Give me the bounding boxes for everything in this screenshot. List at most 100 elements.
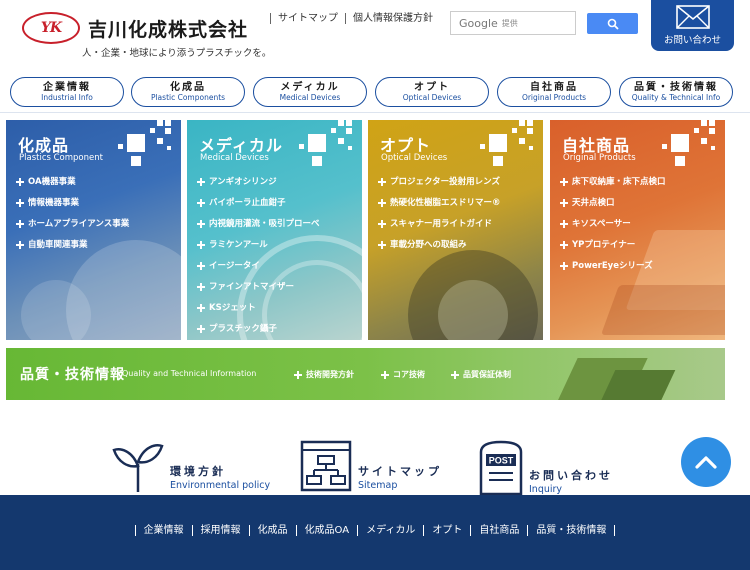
tile-original-products[interactable]: 自社商品 Original Products 床下収納庫・床下点検口 天井点検口… [550, 120, 725, 340]
tile-link[interactable]: 情報機器事業 [16, 197, 129, 218]
sitemap-label: サイトマップ [358, 465, 442, 478]
tile-link[interactable]: アンギオシリンジ [197, 176, 320, 197]
nav-sublabel: Original Products [521, 93, 587, 102]
quality-title: 品質・技術情報 [20, 367, 125, 383]
tile-link[interactable]: キソスペーサー [560, 218, 666, 239]
plus-icon [197, 241, 205, 249]
pixel-deco-icon [473, 120, 533, 170]
tile-link[interactable]: YPプロテイナー [560, 239, 666, 260]
plus-icon [294, 370, 302, 379]
tile-link[interactable]: OA機器事業 [16, 176, 129, 197]
footer-link[interactable]: 化成品OA [295, 525, 358, 536]
privacy-policy-link[interactable]: 個人情報保護方針 [345, 13, 440, 24]
footer-link[interactable]: 品質・技術情報 [527, 525, 616, 536]
tile-link[interactable]: KSジェット [197, 302, 320, 323]
nav-optical-devices[interactable]: オプト Optical Devices [375, 77, 489, 107]
nav-plastic-components[interactable]: 化成品 Plastic Components [131, 77, 245, 107]
plus-icon [560, 178, 568, 186]
plus-icon [197, 304, 205, 312]
footer-link[interactable]: 自社商品 [470, 525, 527, 536]
tagline: 人・企業・地球により添うプラスチックを。 [82, 48, 272, 59]
company-logo[interactable]: YK 吉川化成株式会社 [22, 12, 248, 44]
tile-medical-devices[interactable]: メディカル Medical Devices アンギオシリンジ バイポーラ止血鉗子… [187, 120, 362, 340]
search-provider-label: 提供 [501, 18, 518, 28]
plus-icon [197, 199, 205, 207]
tile-link-list: OA機器事業 情報機器事業 ホームアプライアンス事業 自動車関連事業 [16, 176, 129, 260]
inquiry-link[interactable]: POST お問い合わせ Inquiry [479, 440, 613, 496]
tile-subtitle: Plastics Component [19, 153, 103, 163]
footer-link[interactable]: 採用情報 [191, 525, 249, 536]
tile-link[interactable]: ラミケンアール [197, 239, 320, 260]
footer-link[interactable]: オプト [423, 525, 470, 536]
plus-icon [197, 220, 205, 228]
nav-medical-devices[interactable]: メディカル Medical Devices [253, 77, 367, 107]
plus-icon [197, 283, 205, 291]
tile-link-label: ファインアトマイザー [209, 282, 295, 292]
tile-link[interactable]: 床下収納庫・床下点検口 [560, 176, 666, 197]
nav-label: オプト [414, 82, 450, 93]
nav-quality-technical-info[interactable]: 品質・技術情報 Quality & Technical Info [619, 77, 733, 107]
svg-text:POST: POST [489, 456, 514, 466]
environmental-policy-link[interactable]: 環境方針 Environmental policy [112, 440, 270, 492]
tile-link-label: プラスチック鑷子 [209, 324, 277, 334]
tile-link-list: プロジェクター投射用レンズ 熱硬化性樹脂エスドリマー® スキャナー用ライトガイド… [378, 176, 501, 260]
tile-link[interactable]: プロジェクター投射用レンズ [378, 176, 501, 197]
tile-link-label: 床下収納庫・床下点検口 [572, 177, 666, 187]
footer-link[interactable]: 化成品 [248, 525, 296, 536]
plus-icon [378, 220, 386, 228]
plus-icon [560, 220, 568, 228]
sitemap-bottom-link[interactable]: サイトマップ Sitemap [300, 440, 442, 492]
tile-link-label: アンギオシリンジ [209, 177, 277, 187]
mail-icon [675, 5, 710, 29]
search-input[interactable]: Google 提供 [450, 11, 576, 35]
top-links: サイトマップ 個人情報保護方針 [270, 13, 440, 24]
main-nav: 企業情報 Industrial Info 化成品 Plastic Compone… [10, 77, 735, 107]
pixel-deco-icon [655, 120, 715, 170]
nav-industrial-info[interactable]: 企業情報 Industrial Info [10, 77, 124, 107]
search-icon [607, 18, 619, 30]
tile-link-label: YPプロテイナー [572, 240, 636, 250]
contact-button[interactable]: お問い合わせ [651, 0, 734, 51]
tile-link[interactable]: スキャナー用ライトガイド [378, 218, 501, 239]
sprout-icon [112, 444, 164, 492]
tile-link-label: 内視鏡用灌流・吸引プローベ [209, 219, 320, 229]
nav-label: 化成品 [170, 82, 206, 93]
quality-link-qa-system[interactable]: 品質保証体制 [451, 369, 511, 380]
footer-link[interactable]: 企業情報 [134, 525, 192, 536]
tile-link[interactable]: イージータイ [197, 260, 320, 281]
tile-link-label: KSジェット [209, 303, 256, 313]
footer-link[interactable]: メディカル [357, 525, 423, 536]
tile-plastics-component[interactable]: 化成品 Plastics Component OA機器事業 情報機器事業 ホーム… [6, 120, 181, 340]
sitemap-icon [300, 440, 352, 492]
nav-sublabel: Optical Devices [402, 93, 462, 102]
sitemap-link[interactable]: サイトマップ [270, 13, 345, 24]
tile-link[interactable]: バイポーラ止血鉗子 [197, 197, 320, 218]
nav-original-products[interactable]: 自社商品 Original Products [497, 77, 611, 107]
sitemap-sublabel: Sitemap [358, 480, 398, 491]
quality-technical-banner[interactable]: 品質・技術情報 Quality and Technical Informatio… [6, 348, 725, 400]
company-name: 吉川化成株式会社 [88, 18, 249, 41]
tile-link[interactable]: 熱硬化性樹脂エスドリマー® [378, 197, 501, 218]
tile-link[interactable]: プラスチック鑷子 [197, 323, 320, 340]
tile-link[interactable]: 車載分野への取組み [378, 239, 501, 260]
search-button[interactable] [587, 13, 638, 34]
nav-label: 企業情報 [43, 82, 91, 93]
back-to-top-button[interactable] [681, 437, 731, 487]
tile-link[interactable]: ファインアトマイザー [197, 281, 320, 302]
tile-link-label: ホームアプライアンス事業 [28, 219, 130, 229]
tile-link-label: 自動車関連事業 [28, 240, 88, 250]
tile-link[interactable]: 自動車関連事業 [16, 239, 129, 260]
tile-link[interactable]: 天井点検口 [560, 197, 666, 218]
plus-icon [378, 178, 386, 186]
tile-link[interactable]: ホームアプライアンス事業 [16, 218, 129, 239]
plus-icon [560, 262, 568, 270]
tile-link-label: PowerEyeシリーズ [572, 261, 653, 271]
tile-optical-devices[interactable]: オプト Optical Devices プロジェクター投射用レンズ 熱硬化性樹脂… [368, 120, 543, 340]
quality-link-label: 品質保証体制 [463, 370, 511, 379]
quality-link-core-tech[interactable]: コア技術 [381, 369, 425, 380]
tile-link[interactable]: 内視鏡用灌流・吸引プローベ [197, 218, 320, 239]
tile-link-label: 情報機器事業 [28, 198, 80, 208]
quality-link-tech-development[interactable]: 技術開発方針 [294, 369, 354, 380]
plus-icon [378, 199, 386, 207]
tile-link[interactable]: PowerEyeシリーズ [560, 260, 666, 281]
